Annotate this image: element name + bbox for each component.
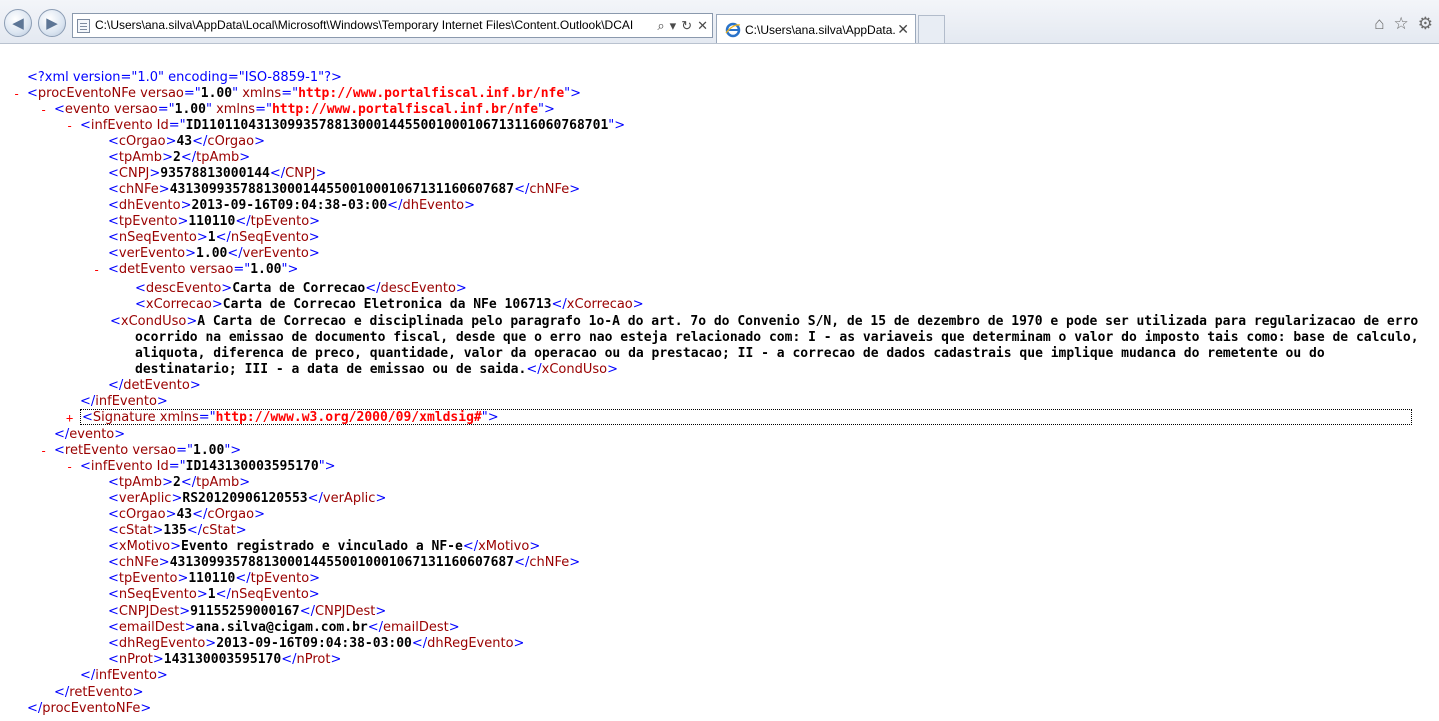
xml-element-CNPJDest: <CNPJDest>91155259000167</CNPJDest> bbox=[108, 604, 387, 619]
xml-close-retEvento: </retEvento> bbox=[54, 685, 144, 700]
xml-element-tpEvento: <tpEvento>110110</tpEvento> bbox=[108, 214, 321, 229]
collapse-toggle[interactable]: - bbox=[66, 118, 73, 134]
refresh-icon[interactable]: ↻ bbox=[681, 18, 692, 34]
ie-logo-icon bbox=[725, 22, 741, 38]
xml-element-retEvento: <retEvento versao="1.00"> bbox=[54, 443, 242, 458]
back-button[interactable]: ◀ bbox=[4, 9, 32, 37]
xml-element-evento: <evento versao="1.00" xmlns="http://www.… bbox=[54, 102, 555, 117]
collapse-toggle[interactable]: - bbox=[13, 86, 20, 102]
xml-element-cOrgao: <cOrgao>43</cOrgao> bbox=[108, 507, 265, 522]
stop-icon[interactable]: ✕ bbox=[697, 18, 708, 34]
xml-element-Signature[interactable]: <Signature xmlns="http://www.w3.org/2000… bbox=[82, 410, 499, 426]
xml-element-infEvento: <infEvento Id="ID11011043130993578813000… bbox=[80, 118, 626, 133]
expand-toggle[interactable]: + bbox=[66, 410, 73, 426]
xml-element-descEvento: <descEvento>Carta de Correcao</descEvent… bbox=[135, 281, 467, 296]
xml-close-evento: </evento> bbox=[54, 427, 126, 442]
xml-document: <?xml version="1.0" encoding="ISO-8859-1… bbox=[0, 70, 1439, 721]
xml-element-infEvento-ret: <infEvento Id="ID143130003595170"> bbox=[80, 459, 336, 474]
address-tools: ⌕ ▾ ↻ ✕ bbox=[657, 17, 708, 35]
collapse-toggle[interactable]: - bbox=[40, 443, 47, 459]
xml-close-infEvento-ret: </infEvento> bbox=[80, 668, 168, 683]
favorites-icon[interactable]: ☆ bbox=[1394, 14, 1409, 34]
xml-element-tpEvento: <tpEvento>110110</tpEvento> bbox=[108, 571, 321, 586]
xml-element-tpAmb: <tpAmb>2</tpAmb> bbox=[108, 475, 251, 490]
browser-tab[interactable]: C:\Users\ana.silva\AppData.... ✕ bbox=[716, 14, 916, 43]
xml-element-tpAmb: <tpAmb>2</tpAmb> bbox=[108, 150, 251, 165]
xml-element-verAplic: <verAplic>RS20120906120553</verAplic> bbox=[108, 491, 387, 506]
xml-element-nSeqEvento: <nSeqEvento>1</nSeqEvento> bbox=[108, 230, 320, 245]
xml-element-chNFe: <chNFe>431309935788130001445500100010671… bbox=[108, 182, 581, 197]
dropdown-icon[interactable]: ▾ bbox=[670, 18, 677, 34]
xml-element-procEventoNFe: <procEventoNFe versao="1.00" xmlns="http… bbox=[27, 86, 582, 101]
address-bar[interactable]: C:\Users\ana.silva\AppData\Local\Microso… bbox=[72, 13, 713, 38]
xml-element-xCorrecao: <xCorrecao>Carta de Correcao Eletronica … bbox=[135, 297, 644, 312]
browser-toolbar: ◀ ▶ C:\Users\ana.silva\AppData\Local\Mic… bbox=[0, 0, 1439, 44]
collapse-toggle[interactable]: - bbox=[93, 262, 100, 278]
xml-element-cOrgao: <cOrgao>43</cOrgao> bbox=[108, 134, 265, 149]
xml-close-detEvento: </detEvento> bbox=[108, 378, 201, 393]
xml-element-detEvento: <detEvento versao="1.00"> bbox=[108, 262, 299, 277]
xml-element-dhRegEvento: <dhRegEvento>2013-09-16T09:04:38-03:00</… bbox=[108, 636, 525, 651]
home-icon[interactable]: ⌂ bbox=[1374, 14, 1384, 34]
close-tab-icon[interactable]: ✕ bbox=[897, 21, 909, 38]
collapse-toggle[interactable]: - bbox=[40, 102, 47, 118]
browser-right-tools: ⌂ ☆ ⚙ bbox=[1374, 14, 1433, 34]
settings-icon[interactable]: ⚙ bbox=[1418, 14, 1433, 34]
forward-button[interactable]: ▶ bbox=[38, 9, 66, 37]
page-icon bbox=[77, 19, 90, 33]
new-tab-button[interactable] bbox=[918, 15, 945, 43]
xml-element-chNFe: <chNFe>431309935788130001445500100010671… bbox=[108, 555, 581, 570]
xml-element-dhEvento: <dhEvento>2013-09-16T09:04:38-03:00</dhE… bbox=[108, 198, 476, 213]
xml-close-procEventoNFe: </procEventoNFe> bbox=[27, 701, 152, 716]
xml-element-CNPJ: <CNPJ>93578813000144</CNPJ> bbox=[108, 166, 327, 181]
forward-arrow-icon: ▶ bbox=[46, 14, 58, 32]
collapse-toggle[interactable]: - bbox=[66, 459, 73, 475]
xml-element-nSeqEvento: <nSeqEvento>1</nSeqEvento> bbox=[108, 587, 320, 602]
xml-element-nProt: <nProt>143130003595170</nProt> bbox=[108, 652, 342, 667]
xml-element-verEvento: <verEvento>1.00</verEvento> bbox=[108, 246, 320, 261]
xml-element-emailDest: <emailDest>ana.silva@cigam.com.br</email… bbox=[108, 620, 460, 635]
xml-element-cStat: <cStat>135</cStat> bbox=[108, 523, 247, 538]
xml-declaration-text: <?xml version="1.0" encoding="ISO-8859-1… bbox=[27, 70, 342, 85]
tab-title: C:\Users\ana.silva\AppData.... bbox=[745, 23, 895, 37]
xml-declaration: <?xml version="1.0" encoding="ISO-8859-1… bbox=[27, 70, 342, 86]
search-icon[interactable]: ⌕ bbox=[657, 18, 664, 34]
xml-close-infEvento: </infEvento> bbox=[80, 394, 168, 409]
xml-element-xCondUso: <xCondUso>A Carta de Correcao e discipli… bbox=[110, 314, 1419, 377]
back-arrow-icon: ◀ bbox=[12, 14, 24, 32]
address-text[interactable]: C:\Users\ana.silva\AppData\Local\Microso… bbox=[95, 18, 655, 34]
xml-element-xMotivo: <xMotivo>Evento registrado e vinculado a… bbox=[108, 539, 541, 554]
